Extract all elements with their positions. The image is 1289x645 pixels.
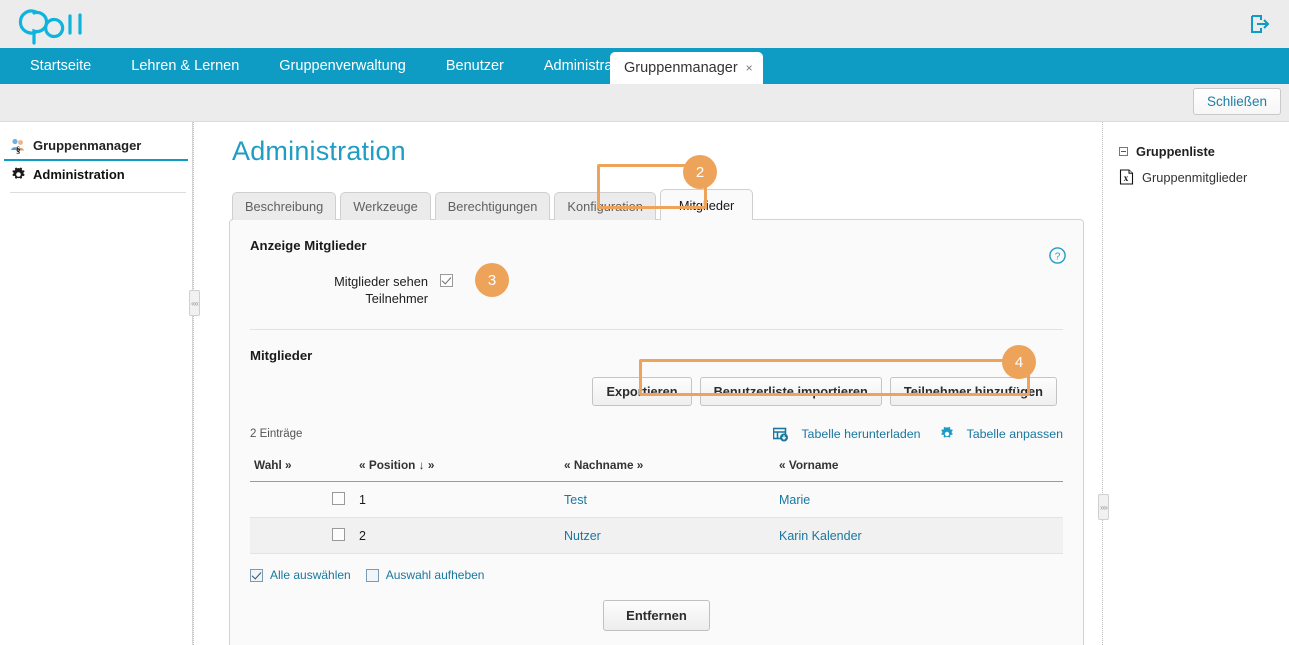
nav-item-gruppenverwaltung[interactable]: Gruppenverwaltung — [259, 48, 426, 84]
row-select-cell — [250, 518, 355, 554]
main-navigation: Startseite Lehren & Lernen Gruppenverwal… — [0, 48, 1289, 84]
table-download-icon — [773, 426, 789, 442]
gear-icon — [10, 166, 27, 183]
tab-konfiguration[interactable]: Konfiguration — [554, 192, 655, 220]
table-header-row: Wahl » « Position ↓ » « Nachname » « Vor… — [250, 451, 1063, 482]
import-user-list-button[interactable]: Benutzerliste importieren — [700, 377, 882, 406]
table-customize-label: Tabelle anpassen — [967, 427, 1063, 441]
schliessen-button[interactable]: Schließen — [1193, 88, 1281, 115]
entry-count: 2 Einträge — [250, 428, 302, 440]
tab-berechtigungen[interactable]: Berechtigungen — [435, 192, 551, 220]
selection-controls: Alle auswählen Auswahl aufheben — [250, 568, 1063, 582]
page-body: § Gruppenmanager Administration «« Admin… — [0, 122, 1289, 645]
step-badge-2: 2 — [683, 155, 717, 189]
right-sidebar-label: Gruppenmitglieder — [1142, 170, 1247, 185]
sidebar-item-gruppenmanager[interactable]: § Gruppenmanager — [0, 132, 192, 159]
table-customize-link[interactable]: Tabelle anpassen — [939, 426, 1063, 442]
sidebar-item-label: Gruppenmanager — [33, 138, 141, 153]
right-sidebar-item-gruppenliste[interactable]: Gruppenliste — [1119, 144, 1289, 159]
step-badge-3: 3 — [475, 263, 509, 297]
help-icon[interactable]: ? — [1049, 247, 1066, 264]
nav-item-benutzer[interactable]: Benutzer — [426, 48, 524, 84]
main-content: Administration Beschreibung Werkzeuge Be… — [194, 122, 1102, 645]
page-title: Administration — [232, 136, 1084, 167]
group-manager-icon: § — [10, 137, 27, 154]
member-visibility-row: Mitglieder sehen Teilnehmer 3 — [250, 273, 1063, 307]
excel-file-icon: x — [1119, 169, 1135, 185]
members-panel: ? Anzeige Mitglieder Mitglieder sehen Te… — [229, 219, 1084, 645]
right-collapse-rail: »» — [1102, 122, 1103, 645]
right-sidebar: Gruppenliste x Gruppenmitglieder — [1103, 122, 1289, 645]
table-meta-row: 2 Einträge Tabelle herunterladen — [250, 426, 1063, 442]
content-tabs: Beschreibung Werkzeuge Berechtigungen Ko… — [229, 189, 1084, 220]
sidebar-item-administration[interactable]: Administration — [0, 161, 192, 188]
row-position: 2 — [355, 518, 560, 554]
members-section-title: Mitglieder — [250, 348, 1063, 363]
svg-text:?: ? — [1055, 251, 1061, 262]
nav-item-lehren-lernen[interactable]: Lehren & Lernen — [111, 48, 259, 84]
opal-logo — [14, 3, 92, 45]
column-header-position[interactable]: « Position ↓ » — [355, 451, 560, 482]
logo-bar — [0, 0, 1289, 48]
members-table: Wahl » « Position ↓ » « Nachname » « Vor… — [250, 451, 1063, 554]
tab-werkzeuge[interactable]: Werkzeuge — [340, 192, 431, 220]
select-all-label[interactable]: Alle auswählen — [270, 568, 351, 582]
deselect-all-label[interactable]: Auswahl aufheben — [386, 568, 485, 582]
right-sidebar-item-gruppenmitglieder[interactable]: x Gruppenmitglieder — [1119, 169, 1289, 185]
collapse-icon[interactable] — [1119, 147, 1128, 156]
table-download-link[interactable]: Tabelle herunterladen — [773, 426, 920, 442]
table-row: 1 Test Marie — [250, 482, 1063, 518]
deselect-all-checkbox[interactable] — [366, 569, 379, 582]
row-checkbox[interactable] — [332, 492, 345, 505]
row-vorname[interactable]: Marie — [775, 482, 1063, 518]
sub-toolbar: Schließen — [0, 84, 1289, 122]
right-sidebar-label: Gruppenliste — [1136, 144, 1215, 159]
gear-icon — [939, 426, 955, 442]
export-button[interactable]: Exportieren — [592, 377, 691, 406]
row-position: 1 — [355, 482, 560, 518]
display-section-title: Anzeige Mitglieder — [250, 238, 1063, 253]
label-line-1: Mitglieder sehen — [334, 274, 428, 289]
column-header-wahl[interactable]: Wahl » — [250, 451, 355, 482]
remove-button[interactable]: Entfernen — [603, 600, 710, 631]
nav-tab-label: Gruppenmanager — [624, 60, 738, 76]
column-header-vorname[interactable]: « Vorname — [775, 451, 1063, 482]
member-visibility-label: Mitglieder sehen Teilnehmer — [280, 273, 440, 307]
row-nachname[interactable]: Test — [560, 482, 775, 518]
sidebar-divider — [10, 192, 186, 193]
members-action-buttons: Exportieren Benutzerliste importieren Te… — [250, 377, 1063, 406]
left-sidebar: § Gruppenmanager Administration — [0, 122, 192, 645]
step-badge-4: 4 — [1002, 345, 1036, 379]
svg-text:§: § — [16, 145, 21, 154]
tab-mitglieder[interactable]: Mitglieder — [660, 189, 753, 220]
section-divider — [250, 329, 1063, 330]
column-header-nachname[interactable]: « Nachname » — [560, 451, 775, 482]
row-nachname[interactable]: Nutzer — [560, 518, 775, 554]
select-all-checkbox[interactable] — [250, 569, 263, 582]
nav-tab-gruppenmanager[interactable]: Gruppenmanager × — [610, 52, 763, 84]
sidebar-item-label: Administration — [33, 167, 125, 182]
right-collapse-handle[interactable]: »» — [1098, 494, 1109, 520]
table-row: 2 Nutzer Karin Kalender — [250, 518, 1063, 554]
table-download-label: Tabelle herunterladen — [801, 427, 920, 441]
remove-button-row: Entfernen — [250, 600, 1063, 631]
svg-text:x: x — [1124, 173, 1129, 183]
row-select-cell — [250, 482, 355, 518]
member-visibility-checkbox[interactable] — [440, 274, 453, 287]
table-tools: Tabelle herunterladen Tabelle anpassen — [773, 426, 1063, 442]
add-participant-button[interactable]: Teilnehmer hinzufügen — [890, 377, 1057, 406]
logout-icon[interactable] — [1249, 13, 1271, 35]
close-icon[interactable]: × — [746, 61, 753, 75]
label-line-2: Teilnehmer — [365, 291, 428, 306]
row-vorname[interactable]: Karin Kalender — [775, 518, 1063, 554]
tab-beschreibung[interactable]: Beschreibung — [232, 192, 336, 220]
nav-item-startseite[interactable]: Startseite — [10, 48, 111, 84]
row-checkbox[interactable] — [332, 528, 345, 541]
